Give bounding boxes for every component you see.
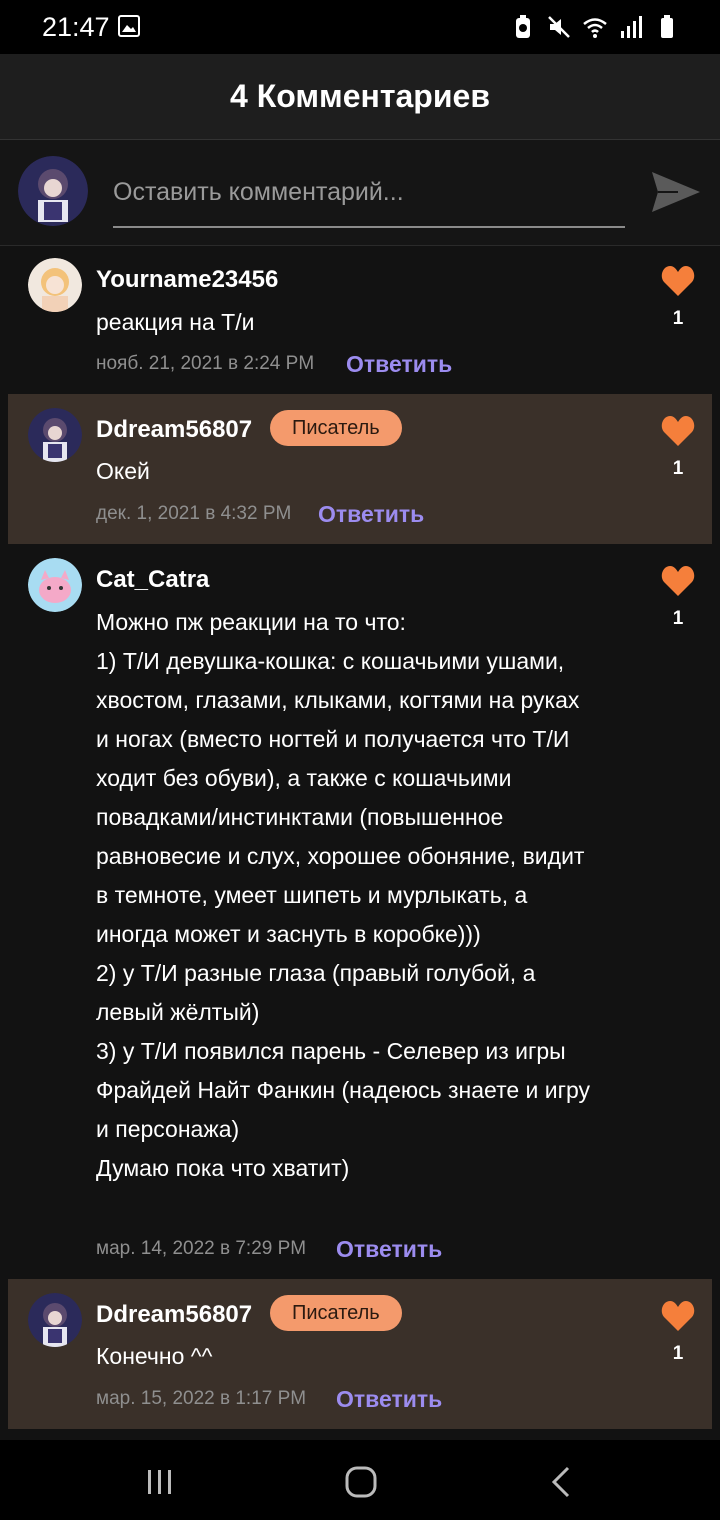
reply-button[interactable]: Ответить [336,1386,442,1413]
system-nav-bar [0,1440,720,1520]
comment-username[interactable]: Yourname23456 [96,266,278,294]
comment-item: Yourname23456 реакция на Т/и нояб. 21, 2… [0,246,720,394]
gallery-icon [118,15,140,37]
comment-text: Окей [96,458,150,484]
comment-text: Можно пж реакции на то что: 1) Т/И девуш… [96,609,591,1181]
page-title: 4 Комментариев [230,78,490,114]
comment-date: мар. 15, 2022 в 1:17 PM [96,1388,307,1409]
reply-button[interactable]: Ответить [346,351,452,378]
status-bar: 21:47 [0,0,720,54]
heart-icon[interactable] [660,264,696,298]
comment-date: мар. 14, 2022 в 7:29 PM [96,1238,307,1259]
heart-icon[interactable] [660,564,696,598]
comment-username[interactable]: Ddream56807 [96,416,252,444]
avatar[interactable] [28,408,82,462]
comment-text: Конечно ^^ [96,1343,213,1369]
comment-input[interactable] [113,170,625,228]
comment-date: дек. 1, 2021 в 4:32 PM [96,503,292,524]
comment-username[interactable]: Ddream56807 [96,1301,252,1329]
writer-badge: Писатель [270,410,402,446]
avatar[interactable] [28,258,82,312]
comment-composer [0,140,720,246]
avatar[interactable] [18,156,88,226]
mute-icon [548,16,570,38]
heart-icon[interactable] [660,1299,696,1333]
back-icon[interactable] [542,1462,582,1502]
like-count: 1 [672,458,684,479]
comment-text: реакция на Т/и [96,309,255,335]
avatar[interactable] [28,1293,82,1347]
wifi-icon [583,18,607,38]
status-time: 21:47 [42,12,110,42]
like-count: 1 [672,1343,684,1364]
comments-header: 4 Комментариев [0,54,720,140]
signal-icon [621,16,642,38]
writer-badge: Писатель [270,1295,402,1331]
like-count: 1 [672,608,684,629]
home-icon[interactable] [341,1462,381,1502]
reply-button[interactable]: Ответить [336,1236,442,1263]
comment-item: Cat_Catra Можно пж реакции на то что: 1)… [0,544,720,1279]
send-icon[interactable] [648,164,704,220]
comment-username[interactable]: Cat_Catra [96,566,209,594]
comment-date: нояб. 21, 2021 в 2:24 PM [96,353,315,374]
like-count: 1 [672,308,684,329]
comment-item: Ddream56807 Писатель Конечно ^^ мар. 15,… [8,1279,712,1429]
comment-item: Ddream56807 Писатель Окей дек. 1, 2021 в… [8,394,712,544]
battery-saver-icon [516,15,530,38]
battery-icon [661,15,673,38]
avatar[interactable] [28,558,82,612]
recent-apps-icon[interactable] [140,1462,180,1502]
reply-button[interactable]: Ответить [318,501,424,528]
heart-icon[interactable] [660,414,696,448]
